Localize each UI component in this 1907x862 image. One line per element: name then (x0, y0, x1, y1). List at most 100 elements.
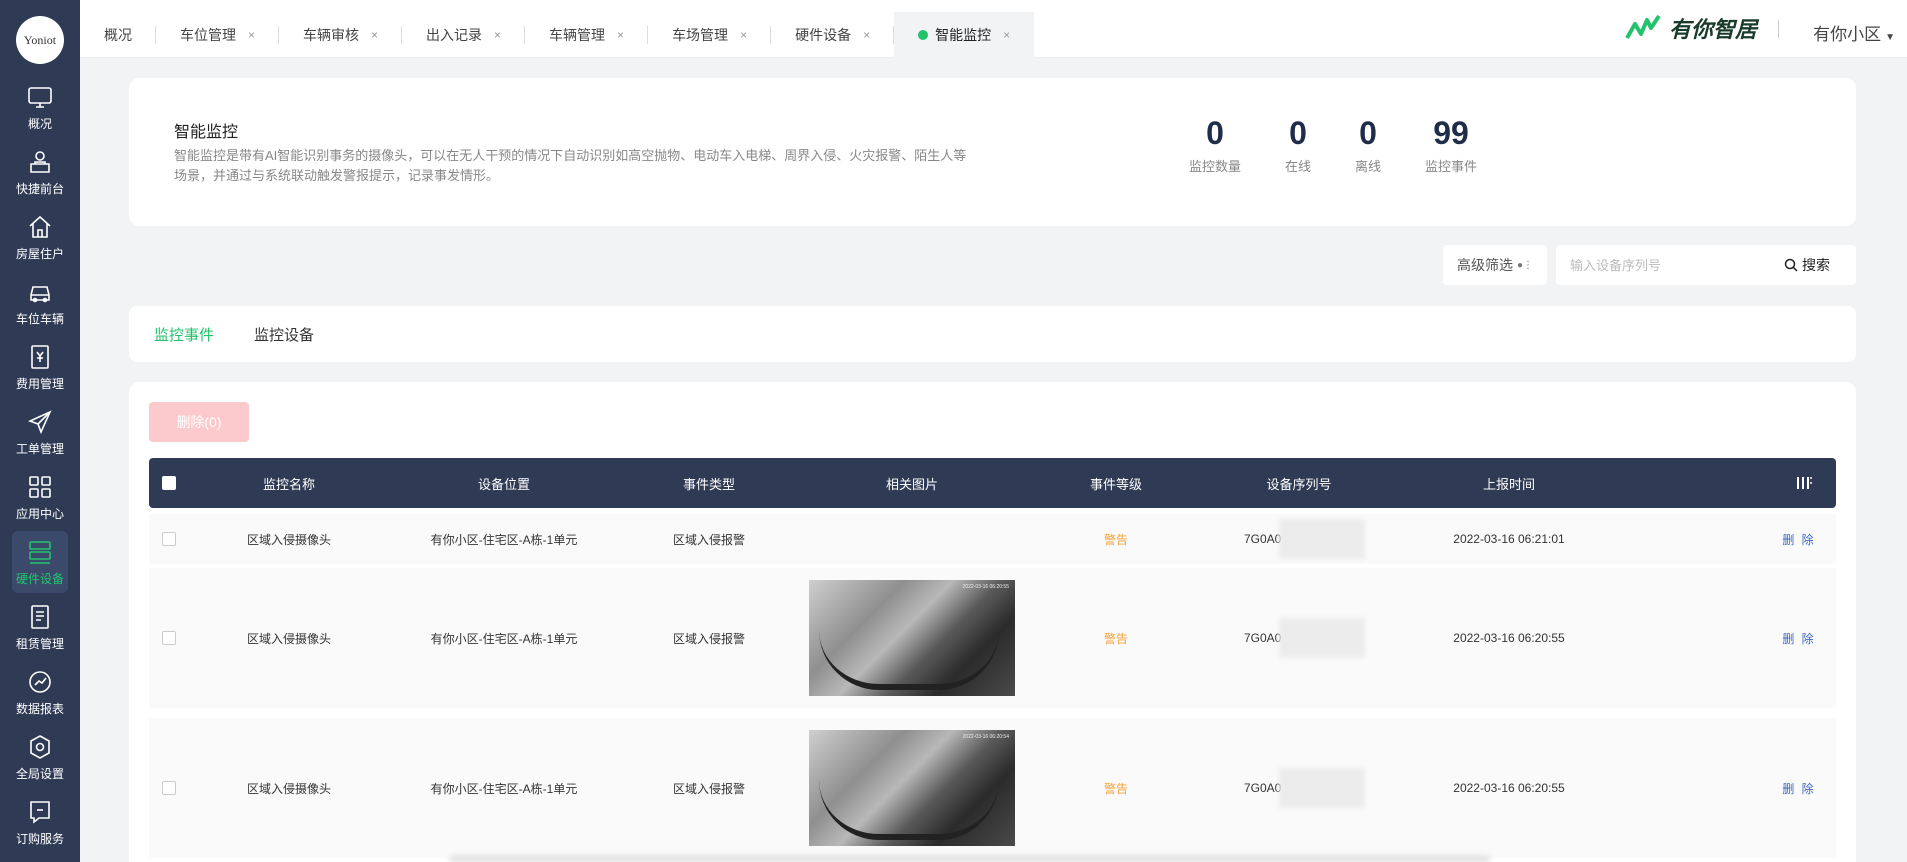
cell-time: 2022-03-16 06:20:55 (1453, 631, 1565, 645)
sidebar-item-label: 全局设置 (15, 766, 64, 781)
community-name: 有你小区 (1813, 25, 1882, 44)
sidebar: Yoniot 概况 快捷前台 房屋住户 车位车辆 费用管理 工单管理 应用中心 … (0, 0, 80, 862)
table-header: 监控名称 设备位置 事件类型 相关图片 事件等级 设备序列号 上报时间 (149, 458, 1836, 508)
checkbox[interactable] (162, 781, 176, 795)
tab-label: 车辆管理 (549, 27, 606, 43)
close-icon[interactable]: × (740, 28, 747, 42)
tab-parking-lot[interactable]: 车场管理 × (648, 12, 772, 58)
tab-label: 车场管理 (672, 27, 729, 43)
close-icon[interactable]: × (248, 28, 255, 42)
row-checkbox[interactable] (159, 568, 179, 708)
order-icon (30, 800, 50, 824)
tab-overview[interactable]: 概况 (80, 12, 156, 58)
cell-level: 警告 (1103, 781, 1128, 796)
overview-card: 智能监控 智能监控是带有AI智能识别事务的摄像头，可以在无人干预的情况下自动识别… (129, 78, 1856, 226)
cell-level: 警告 (1103, 532, 1128, 547)
checkbox[interactable] (162, 631, 176, 645)
close-icon[interactable]: × (494, 28, 501, 42)
desk-icon (30, 150, 50, 173)
tab-label: 车辆审核 (303, 27, 360, 43)
stat-value: 99 (1433, 115, 1469, 151)
close-icon[interactable]: × (371, 28, 378, 42)
sidebar-item-leasing[interactable]: 租赁管理 (12, 596, 68, 658)
column-header: 事件类型 (682, 476, 735, 492)
sidebar-item-label: 工单管理 (15, 441, 64, 456)
snapshot-shape (819, 630, 999, 690)
tab-monitor-devices[interactable]: 监控设备 (254, 324, 314, 345)
sidebar-item-vehicles[interactable]: 车位车辆 (12, 271, 68, 333)
cell-name: 区域入侵摄像头 (246, 781, 331, 796)
delete-button[interactable]: 删除(0) (149, 402, 249, 442)
cell-image: 2022-03-16 06:20:55 (809, 568, 1015, 708)
checkbox[interactable] (162, 476, 176, 490)
tab-smart-monitoring[interactable]: 智能监控 × (894, 12, 1035, 58)
column-header: 相关图片 (885, 476, 938, 492)
app-logo[interactable]: Yoniot (16, 16, 64, 64)
column-header: 监控名称 (262, 476, 315, 492)
community-selector[interactable]: 有你小区 ▼ (1813, 20, 1895, 45)
cell-time: 2022-03-16 06:21:01 (1453, 532, 1565, 546)
checkbox[interactable] (162, 532, 176, 546)
sidebar-item-settings[interactable]: 全局设置 (12, 726, 68, 788)
row-delete-link[interactable]: 删 除 (1769, 514, 1829, 564)
select-all-checkbox[interactable] (159, 458, 179, 508)
stat-label: 在线 (1285, 159, 1312, 174)
sidebar-item-label: 费用管理 (15, 376, 64, 391)
house-icon (29, 215, 51, 238)
sidebar-item-label: 订购服务 (15, 831, 64, 846)
event-snapshot-image[interactable]: 2022-03-16 06:20:55 (809, 580, 1015, 696)
advanced-filter-button[interactable]: 高级筛选 ●⋮ (1443, 245, 1547, 285)
sidebar-item-reports[interactable]: 数据报表 (12, 661, 68, 723)
tab-hardware[interactable]: 硬件设备 × (771, 12, 895, 58)
row-checkbox[interactable] (159, 514, 179, 564)
server-icon (29, 540, 51, 564)
cell-image: 2022-03-16 06:20:54 (809, 718, 1015, 858)
sidebar-item-front-desk[interactable]: 快捷前台 (12, 141, 68, 203)
sidebar-item-residents[interactable]: 房屋住户 (12, 206, 68, 268)
caret-down-icon: ▼ (1885, 32, 1895, 43)
sidebar-item-hardware[interactable]: 硬件设备 (12, 531, 68, 593)
cell-serial: 7G0A0 (1229, 718, 1369, 858)
cell-location: 有你小区-住宅区-A栋-1单元 (430, 631, 578, 646)
row-delete-link[interactable]: 删 除 (1769, 568, 1829, 708)
tab-label: 智能监控 (935, 27, 992, 43)
filter-label: 高级筛选 (1457, 257, 1513, 273)
divider (1778, 20, 1779, 38)
cell-level: 警告 (1103, 631, 1128, 646)
tab-monitor-events[interactable]: 监控事件 (154, 324, 214, 345)
sidebar-item-label: 房屋住户 (15, 246, 64, 261)
tab-vehicle-review[interactable]: 车辆审核 × (279, 12, 403, 58)
column-header: 设备位置 (477, 476, 530, 492)
settings-icon (30, 734, 50, 759)
sidebar-item-overview[interactable]: 概况 (12, 76, 68, 138)
search-icon (1784, 258, 1798, 272)
row-checkbox[interactable] (159, 718, 179, 858)
tab-parking-spaces[interactable]: 车位管理 × (156, 12, 280, 58)
sidebar-item-subscription[interactable]: 订购服务 (12, 791, 68, 853)
close-icon[interactable]: × (863, 28, 870, 42)
search-input[interactable] (1556, 245, 1776, 285)
tab-vehicle-management[interactable]: 车辆管理 × (525, 12, 649, 58)
sidebar-item-apps[interactable]: 应用中心 (12, 466, 68, 528)
sidebar-item-fees[interactable]: 费用管理 (12, 336, 68, 398)
cell-location: 有你小区-住宅区-A栋-1单元 (430, 532, 578, 547)
fee-icon (31, 344, 49, 369)
tab-label: 出入记录 (426, 27, 483, 43)
sidebar-item-label: 快捷前台 (15, 181, 64, 196)
close-icon[interactable]: × (1003, 28, 1010, 42)
events-table-card: 删除(0) 监控名称 设备位置 事件类型 相关图片 事件等级 设备序列号 上报时… (129, 382, 1856, 862)
tab-label: 硬件设备 (795, 27, 852, 43)
close-icon[interactable]: × (617, 28, 624, 42)
search-button-label: 搜索 (1802, 257, 1830, 273)
document-icon (31, 604, 49, 629)
tab-access-records[interactable]: 出入记录 × (402, 12, 526, 58)
row-delete-link[interactable]: 删 除 (1769, 718, 1829, 858)
table-row: 区域入侵摄像头 有你小区-住宅区-A栋-1单元 区域入侵报警 警告 7G0A0 … (149, 514, 1836, 564)
sidebar-item-label: 概况 (27, 116, 52, 131)
column-settings-button[interactable] (1789, 458, 1819, 508)
event-snapshot-image[interactable]: 2022-03-16 06:20:54 (809, 730, 1015, 846)
search-button[interactable]: 搜索 (1784, 255, 1830, 275)
cell-type: 区域入侵报警 (672, 631, 745, 646)
stat-label: 监控数量 (1189, 159, 1242, 174)
sidebar-item-work-orders[interactable]: 工单管理 (12, 401, 68, 463)
